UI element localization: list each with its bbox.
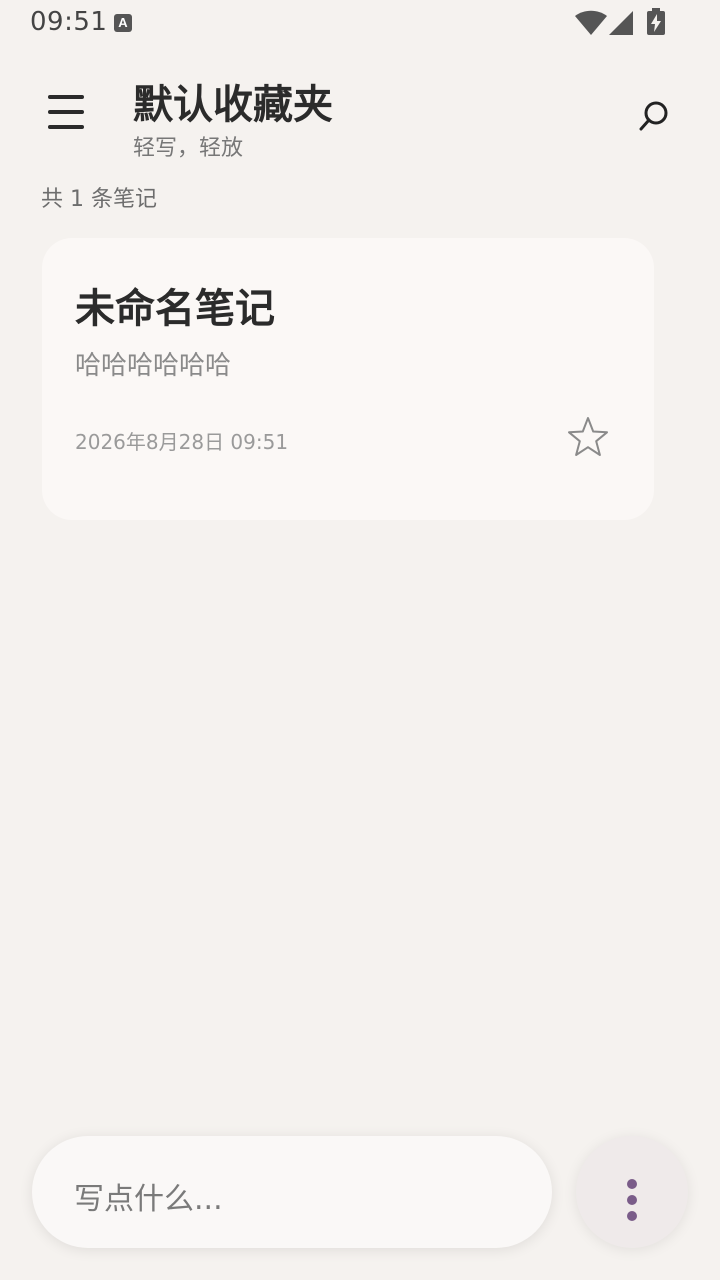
note-preview: 哈哈哈哈哈哈 — [75, 351, 232, 381]
note-count: 共 1 条笔记 — [41, 187, 157, 212]
status-bar: 09:51 A — [0, 0, 720, 48]
compose-placeholder: 写点什么... — [74, 1182, 223, 1217]
signal-icon — [609, 11, 633, 35]
favorite-button[interactable] — [562, 412, 614, 464]
notification-a-letter: A — [118, 15, 128, 30]
star-outline-icon — [568, 417, 608, 456]
note-title: 未命名笔记 — [75, 286, 275, 332]
status-time: 09:51 — [30, 7, 108, 37]
note-date: 2026年8月28日 09:51 — [75, 430, 289, 454]
notification-a-icon: A — [114, 14, 132, 32]
battery-charging-icon — [647, 8, 665, 35]
menu-button[interactable] — [36, 82, 96, 142]
note-card[interactable]: 未命名笔记 哈哈哈哈哈哈 2026年8月28日 09:51 — [42, 238, 654, 520]
more-options-button[interactable] — [576, 1136, 688, 1248]
page-title: 默认收藏夹 — [133, 82, 333, 128]
wifi-icon — [575, 10, 607, 35]
compose-input[interactable]: 写点什么... — [32, 1136, 552, 1248]
page-subtitle: 轻写，轻放 — [133, 136, 244, 161]
search-button[interactable] — [630, 92, 678, 140]
search-icon — [639, 101, 668, 131]
